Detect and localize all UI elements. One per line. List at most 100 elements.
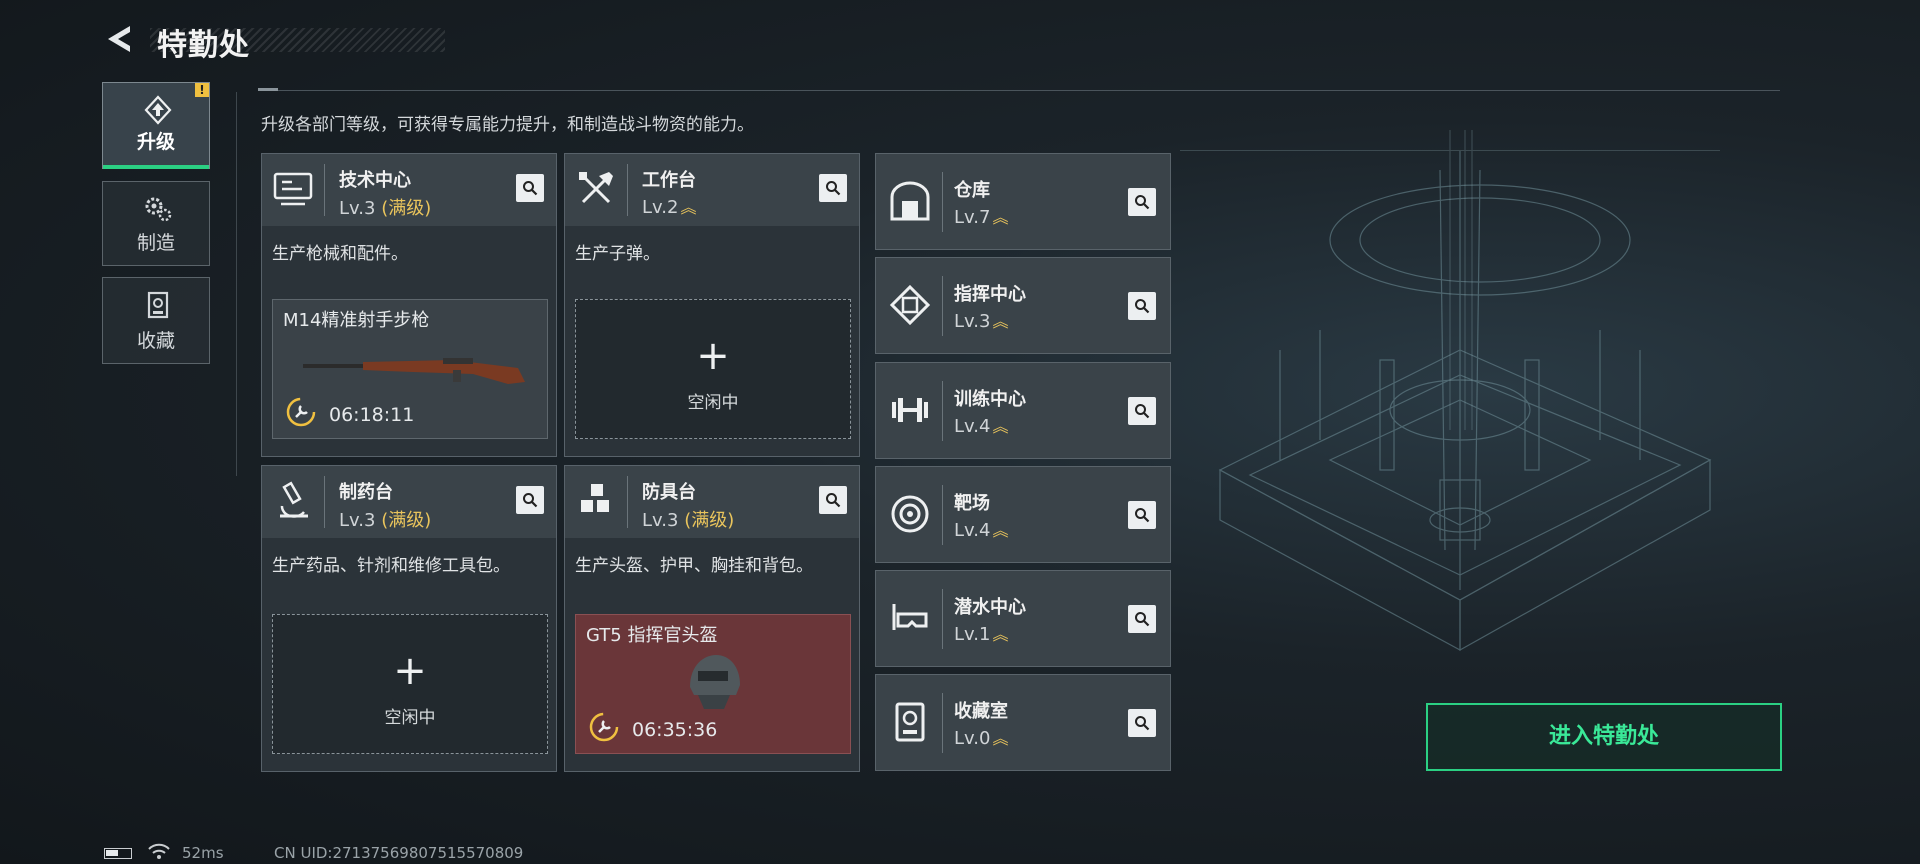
divider-accent <box>258 88 278 91</box>
facility-name: 指挥中心 <box>954 284 1026 305</box>
card-separator <box>627 476 628 528</box>
slot-idle-label: 空闲中 <box>687 393 739 413</box>
card-header: 制药台 Lv.3 (满级) <box>262 466 556 538</box>
facility-card-vault[interactable]: 收藏室 Lv.0 ︽ <box>875 674 1171 771</box>
search-icon <box>523 493 538 508</box>
facility-card-diving-center[interactable]: 潜水中心 Lv.1 ︽ <box>875 570 1171 667</box>
search-icon <box>1135 716 1150 731</box>
department-level: Lv.3 (满级) <box>339 198 432 219</box>
warehouse-icon <box>890 181 930 221</box>
upgrade-available-icon: ︽ <box>992 417 1009 436</box>
search-button[interactable] <box>516 174 544 202</box>
search-icon <box>826 181 841 196</box>
facility-name: 潜水中心 <box>954 597 1026 618</box>
slot-idle-label: 空闲中 <box>384 708 436 728</box>
search-icon <box>826 493 841 508</box>
upgrade-available-icon: ︽ <box>992 729 1009 748</box>
facility-card-shooting-range[interactable]: 靶场 Lv.4 ︽ <box>875 466 1171 563</box>
collection-icon <box>147 291 169 319</box>
facility-level: Lv.0 ︽ <box>954 728 1009 749</box>
department-card-tech-center[interactable]: 技术中心 Lv.3 (满级) 生产枪械和配件。 M14精准射手步枪 06:18:… <box>261 153 557 457</box>
tab-craft[interactable]: 制造 <box>102 181 210 266</box>
department-card-pharmacy[interactable]: 制药台 Lv.3 (满级) 生产药品、针剂和维修工具包。 + 空闲中 <box>261 465 557 772</box>
helmet-image <box>690 655 740 709</box>
card-header: 防具台 Lv.3 (满级) <box>565 466 859 538</box>
search-button[interactable] <box>1128 709 1156 737</box>
search-button[interactable] <box>1128 605 1156 633</box>
add-icon: + <box>696 333 730 379</box>
facility-level: Lv.7 ︽ <box>954 207 1009 228</box>
back-arrow-icon[interactable] <box>104 22 138 56</box>
card-separator <box>627 164 628 216</box>
facility-name: 收藏室 <box>954 701 1008 722</box>
production-timer: 06:35:36 <box>632 719 718 741</box>
enter-special-ops-button[interactable]: 进入特勤处 <box>1426 703 1782 771</box>
battery-icon <box>104 848 132 859</box>
upgrade-available-icon: ︽ <box>992 208 1009 227</box>
card-separator <box>942 276 943 336</box>
ping-readout: 52ms <box>182 844 224 862</box>
search-button[interactable] <box>819 174 847 202</box>
department-level: Lv.3 (满级) <box>642 510 735 531</box>
search-button[interactable] <box>1128 188 1156 216</box>
search-button[interactable] <box>1128 292 1156 320</box>
tab-craft-label: 制造 <box>136 232 175 254</box>
empty-slot[interactable]: + 空闲中 <box>575 299 851 439</box>
tools-icon <box>579 172 613 204</box>
search-icon <box>1135 404 1150 419</box>
wifi-icon <box>148 843 170 859</box>
card-separator <box>942 381 943 441</box>
department-card-armor-bench[interactable]: 防具台 Lv.3 (满级) 生产头盔、护甲、胸挂和背包。 GT5 指挥官头盔 0… <box>564 465 860 772</box>
dumbbell-icon <box>892 398 928 422</box>
tab-collection[interactable]: 收藏 <box>102 277 210 364</box>
facility-level: Lv.4 ︽ <box>954 520 1009 541</box>
max-level-tag: (满级) <box>381 510 432 531</box>
card-separator <box>942 172 943 232</box>
search-button[interactable] <box>1128 501 1156 529</box>
item-name: GT5 指挥官头盔 <box>586 625 718 646</box>
department-description: 生产子弹。 <box>575 244 660 264</box>
search-icon <box>1135 299 1150 314</box>
facility-level: Lv.3 ︽ <box>954 311 1009 332</box>
card-separator <box>942 485 943 545</box>
user-uid: CN UID:27137569807515570809 <box>274 844 524 862</box>
max-level-tag: (满级) <box>381 198 432 219</box>
tab-upgrade[interactable]: ! 升级 <box>102 82 210 169</box>
search-button[interactable] <box>516 486 544 514</box>
monitor-icon <box>273 172 313 206</box>
empty-slot[interactable]: + 空闲中 <box>272 614 548 754</box>
search-button[interactable] <box>1128 397 1156 425</box>
facility-card-training-center[interactable]: 训练中心 Lv.4 ︽ <box>875 362 1171 459</box>
production-slot[interactable]: GT5 指挥官头盔 06:35:36 <box>575 614 851 754</box>
department-description: 生产枪械和配件。 <box>272 244 408 264</box>
tab-upgrade-label: 升级 <box>136 131 175 153</box>
search-icon <box>523 181 538 196</box>
vault-icon <box>895 702 925 742</box>
frame-decoration <box>1180 150 1720 151</box>
wrench-timer-icon <box>286 397 316 427</box>
facility-name: 训练中心 <box>954 389 1026 410</box>
craft-gears-icon <box>145 197 172 222</box>
facility-name: 仓库 <box>954 180 990 201</box>
search-icon <box>1135 508 1150 523</box>
facility-level: Lv.1 ︽ <box>954 624 1009 645</box>
department-name: 制药台 <box>339 482 393 503</box>
upgrade-available-icon: ︽ <box>992 312 1009 331</box>
upgrade-available-icon: ︽ <box>992 521 1009 540</box>
facility-card-warehouse[interactable]: 仓库 Lv.7 ︽ <box>875 153 1171 250</box>
facility-card-command-center[interactable]: 指挥中心 Lv.3 ︽ <box>875 257 1171 354</box>
department-description: 生产头盔、护甲、胸挂和背包。 <box>575 556 813 576</box>
add-icon: + <box>393 648 427 694</box>
active-tab-indicator <box>103 165 209 169</box>
card-separator <box>324 476 325 528</box>
upgrade-available-icon: ︽ <box>992 625 1009 644</box>
department-description: 生产药品、针剂和维修工具包。 <box>272 556 510 576</box>
max-level-tag: (满级) <box>684 510 735 531</box>
department-card-workbench[interactable]: 工作台 Lv.2 ︽ 生产子弹。 + 空闲中 <box>564 153 860 457</box>
facility-name: 靶场 <box>954 493 990 514</box>
left-divider <box>236 92 237 476</box>
header-divider <box>258 90 1780 91</box>
search-button[interactable] <box>819 486 847 514</box>
production-slot[interactable]: M14精准射手步枪 06:18:11 <box>272 299 548 439</box>
target-icon <box>891 495 929 533</box>
